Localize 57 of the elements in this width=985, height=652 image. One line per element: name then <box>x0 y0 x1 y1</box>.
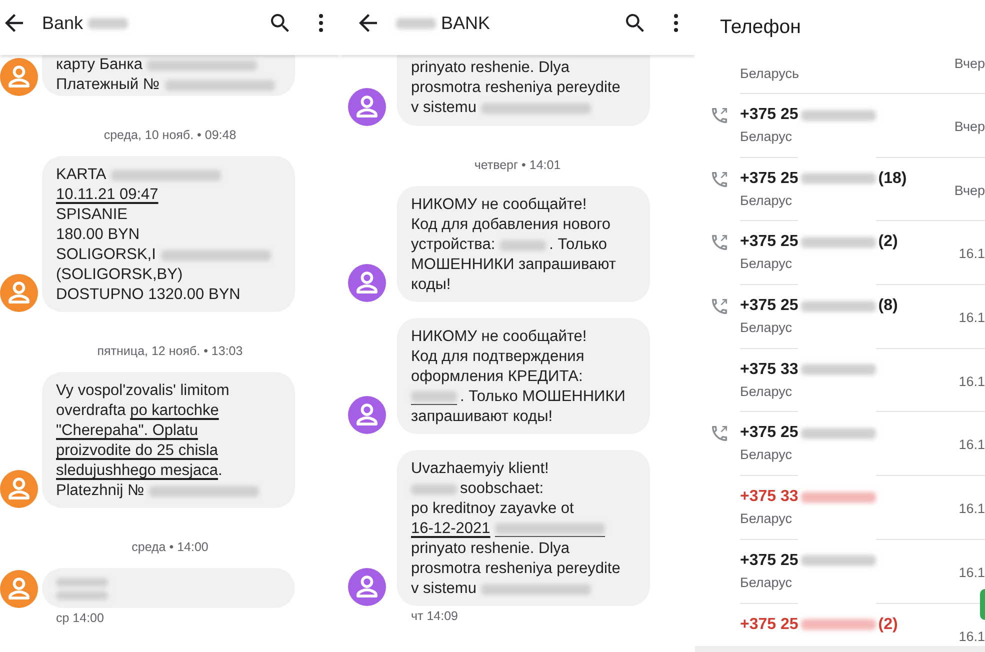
date-separator: четверг • 14:01 <box>474 157 561 173</box>
more-options-icon[interactable] <box>319 14 323 32</box>
call-count: (2) <box>878 232 898 252</box>
country-label: Беларусь <box>740 65 800 83</box>
blurred-redaction <box>396 16 436 30</box>
call-date: 16.1 <box>958 564 985 582</box>
call-date: Вчер <box>954 182 985 200</box>
country-label: Беларус <box>740 255 794 274</box>
call-date: Вчер <box>954 55 985 73</box>
message-time: чт 14:09 <box>411 608 458 624</box>
country-label: Беларус <box>740 128 794 146</box>
call-date: 16.1 <box>958 436 985 454</box>
call-date: 16.1 <box>958 500 985 518</box>
call-date: 16.1 <box>958 628 985 646</box>
country-label: Беларус <box>740 510 794 528</box>
message-time: ср 14:00 <box>56 610 104 626</box>
phone-number: +375 25 <box>740 550 798 571</box>
message-text: НИКОМУ не сообщайте! Код для подтверждения оформления КРЕДИТА: . Только МОШЕННИКИ запрашивают коды! <box>411 327 626 427</box>
thread-title: Bank <box>42 13 84 33</box>
call-date: 16.1 <box>958 309 985 328</box>
phone-number: +375 25 <box>740 168 798 189</box>
back-arrow-icon[interactable] <box>5 14 23 32</box>
country-label: Беларус <box>740 574 794 592</box>
date-separator: пятница, 12 нояб. • 13:03 <box>97 343 243 359</box>
country-label: Беларус <box>740 319 794 338</box>
back-arrow-icon[interactable] <box>359 14 377 32</box>
phone-number: +375 25 <box>740 232 798 252</box>
phone-number: +375 25 <box>740 614 798 634</box>
phone-number: +375 25 <box>740 105 798 125</box>
message-text: KARTA 10.11.21 09:47 SPISANIE 180.00 BYN SOLIGORSK,I (SOLIGORSK,BY) DOSTUPNO 1320.00 BYN <box>56 165 281 305</box>
more-options-icon[interactable] <box>674 14 678 32</box>
call-count: (2) <box>878 614 898 634</box>
date-separator: среда • 14:00 <box>132 539 208 555</box>
phone-number: +375 25 <box>740 423 798 444</box>
call-date: Вчер <box>954 118 985 136</box>
call-date: 16.1 <box>958 245 985 264</box>
floating-action-button[interactable] <box>980 589 985 620</box>
country-label: Беларус <box>740 382 794 401</box>
search-icon[interactable] <box>271 14 289 32</box>
message-text: Uvazhaemyiy klient! soobschaet: po kreditnoy zayavke ot 16-12-2021 prinyato reshenie. Dlya prosmotra resheniya pereydite v sistemu <box>411 459 622 599</box>
phone-number: +375 33 <box>740 487 798 508</box>
call-date: 16.1 <box>958 372 985 391</box>
message-text: НИКОМУ не сообщайте! Код для добавления нового устройства: . Только МОШЕННИКИ запрашивают коды! <box>411 195 618 295</box>
country-label: Беларус <box>740 446 794 464</box>
blurred-redaction <box>88 16 128 30</box>
date-separator: среда, 10 нояб. • 09:48 <box>104 127 236 143</box>
screen-title: Телефон <box>720 16 801 38</box>
call-count: (18) <box>878 168 907 189</box>
country-label: Беларус <box>740 192 794 210</box>
message-text: prinyato reshenie. Dlya prosmotra resheniya pereydite v sistemu <box>411 58 622 118</box>
search-icon[interactable] <box>626 14 644 32</box>
phone-number: +375 33 <box>740 360 798 380</box>
message-text: карту Банка Платежный № <box>56 55 281 95</box>
call-count: (8) <box>878 296 898 316</box>
thread-title: BANK <box>441 13 490 33</box>
phone-number: +375 25 <box>740 296 798 316</box>
message-text: Vy vospol'zovalis' limitom overdrafta po kartochke "Cherepaha". Oplatu proizvodite do 25 chisla sledujushhego mesjaca. Platezhnij № <box>56 381 281 501</box>
